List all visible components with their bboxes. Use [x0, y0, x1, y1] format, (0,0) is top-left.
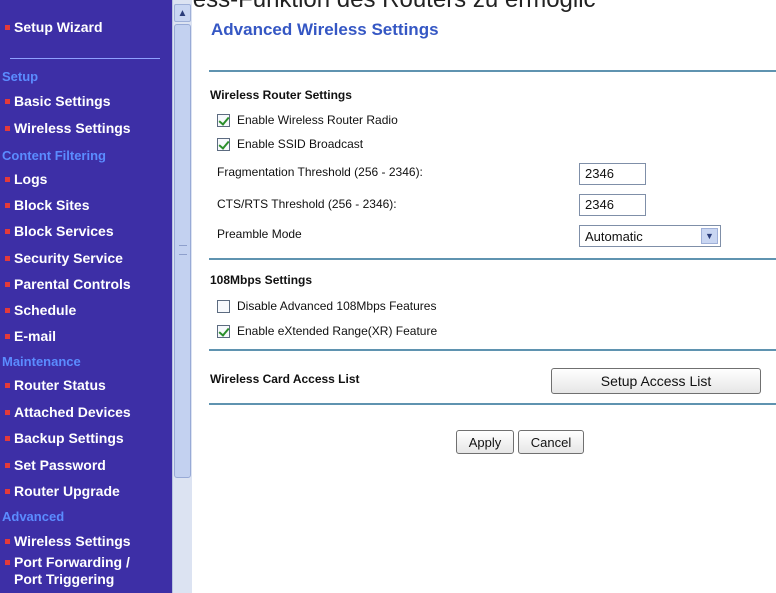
sidebar-item-label: E-mail [14, 328, 57, 344]
square-bullet-icon [5, 202, 10, 208]
sidebar-item-label: Basic Settings [14, 93, 111, 109]
square-bullet-icon [5, 488, 10, 494]
fragmentation-input[interactable]: 2346 [579, 163, 646, 185]
square-bullet-icon [5, 333, 10, 339]
square-bullet-icon [5, 255, 10, 261]
page-title: Advanced Wireless Settings [211, 20, 439, 39]
sidebar-heading-maintenance: Maintenance [2, 353, 81, 369]
cancel-button[interactable]: Cancel [518, 430, 584, 454]
enable-radio-label: Enable Wireless Router Radio [237, 113, 398, 127]
sidebar-item-advanced-wireless-settings[interactable]: Wireless Settings [0, 528, 172, 554]
sidebar-item-logs[interactable]: Logs [0, 166, 172, 192]
square-bullet-icon [5, 125, 10, 131]
scrollbar-thumb[interactable] [174, 24, 191, 478]
section-divider [209, 403, 776, 405]
sidebar-item-port-forwarding[interactable]: Port Forwarding / [0, 553, 172, 571]
disable-advanced-checkbox[interactable] [217, 299, 230, 313]
sidebar-item-basic-settings[interactable]: Basic Settings [0, 88, 172, 114]
cts-rts-label: CTS/RTS Threshold (256 - 2346): [217, 197, 397, 211]
enable-radio-row[interactable]: Enable Wireless Router Radio [217, 111, 398, 129]
square-bullet-icon [5, 409, 10, 415]
sidebar-item-label: Schedule [14, 302, 77, 318]
disable-advanced-row[interactable]: Disable Advanced 108Mbps Features [217, 297, 436, 315]
sidebar-item-label: Wireless Settings [14, 120, 131, 136]
sidebar-item-block-sites[interactable]: Block Sites [0, 192, 172, 218]
enable-xr-row[interactable]: Enable eXtended Range(XR) Feature [217, 322, 437, 340]
section-divider [209, 70, 776, 72]
sidebar-item-security-service[interactable]: Security Service [0, 245, 172, 271]
sidebar-heading-content-filtering: Content Filtering [2, 147, 106, 163]
section-divider [209, 258, 776, 260]
square-bullet-icon [5, 559, 10, 565]
sidebar-item-router-upgrade[interactable]: Router Upgrade [0, 478, 172, 504]
section-title-108mbps: 108Mbps Settings [210, 273, 313, 287]
enable-radio-checkbox[interactable] [217, 113, 230, 127]
square-bullet-icon [5, 228, 10, 234]
sidebar-item-label: Router Upgrade [14, 483, 120, 499]
square-bullet-icon [5, 281, 10, 287]
scrollbar-grip [179, 245, 187, 255]
sidebar-nav: Setup Wizard Setup Basic Settings Wirele… [0, 0, 172, 593]
preamble-select[interactable]: Automatic ▼ [579, 225, 721, 247]
sidebar-item-label: Security Service [14, 250, 123, 266]
sidebar-item-label: Router Status [14, 377, 106, 393]
sidebar-item-backup-settings[interactable]: Backup Settings [0, 425, 172, 451]
sidebar-item-setup-wizard[interactable]: Setup Wizard [0, 14, 172, 40]
sidebar-item-port-triggering[interactable]: Port Triggering [0, 570, 172, 588]
sidebar-item-label: Port Forwarding / [14, 554, 130, 570]
sidebar-item-label: Wireless Settings [14, 533, 131, 549]
sidebar-item-label: Block Sites [14, 197, 90, 213]
sidebar-item-set-password[interactable]: Set Password [0, 452, 172, 478]
sidebar-item-label: Backup Settings [14, 430, 124, 446]
sidebar-item-parental-controls[interactable]: Parental Controls [0, 271, 172, 297]
sidebar-item-email[interactable]: E-mail [0, 323, 172, 349]
sidebar-item-label: Parental Controls [14, 276, 131, 292]
cts-rts-input[interactable]: 2346 [579, 194, 646, 216]
chevron-up-icon[interactable]: ▲ [174, 4, 191, 22]
sidebar-item-label: Attached Devices [14, 404, 131, 420]
enable-xr-checkbox[interactable] [217, 324, 230, 338]
square-bullet-icon [5, 307, 10, 313]
sidebar-item-label: Block Services [14, 223, 114, 239]
square-bullet-icon [5, 462, 10, 468]
apply-button[interactable]: Apply [456, 430, 514, 454]
chevron-down-icon[interactable]: ▼ [701, 228, 718, 244]
sidebar-item-schedule[interactable]: Schedule [0, 297, 172, 323]
setup-access-list-button[interactable]: Setup Access List [551, 368, 761, 394]
sidebar-item-block-services[interactable]: Block Services [0, 218, 172, 244]
sidebar-scrollbar[interactable]: ▲ [172, 0, 192, 593]
sidebar-item-attached-devices[interactable]: Attached Devices [0, 399, 172, 425]
square-bullet-icon [5, 382, 10, 388]
enable-ssid-label: Enable SSID Broadcast [237, 137, 364, 151]
square-bullet-icon [5, 98, 10, 104]
preamble-label: Preamble Mode [217, 227, 302, 241]
disable-advanced-label: Disable Advanced 108Mbps Features [237, 299, 437, 313]
section-title-wireless-router: Wireless Router Settings [210, 88, 352, 102]
square-bullet-icon [5, 435, 10, 441]
preamble-selected-value: Automatic [585, 228, 643, 244]
sidebar-item-label: Logs [14, 171, 48, 187]
square-bullet-icon [5, 538, 10, 544]
main-content: Advanced Wireless Settings Wireless Rout… [192, 0, 776, 593]
section-divider [209, 349, 776, 351]
access-list-label: Wireless Card Access List [210, 372, 360, 386]
sidebar-divider [10, 58, 160, 59]
sidebar-heading-advanced: Advanced [2, 508, 65, 524]
sidebar-item-label: Set Password [14, 457, 106, 473]
sidebar-heading-setup: Setup [2, 68, 39, 84]
sidebar-item-label: Setup Wizard [14, 19, 103, 35]
square-bullet-icon [5, 176, 10, 182]
enable-ssid-checkbox[interactable] [217, 137, 230, 151]
sidebar-item-label: Port Triggering [14, 571, 115, 587]
enable-xr-label: Enable eXtended Range(XR) Feature [237, 324, 438, 338]
fragmentation-label: Fragmentation Threshold (256 - 2346): [217, 165, 423, 179]
sidebar-item-wireless-settings[interactable]: Wireless Settings [0, 115, 172, 141]
sidebar-item-router-status[interactable]: Router Status [0, 372, 172, 398]
square-bullet-icon [5, 24, 10, 30]
enable-ssid-row[interactable]: Enable SSID Broadcast [217, 135, 363, 153]
